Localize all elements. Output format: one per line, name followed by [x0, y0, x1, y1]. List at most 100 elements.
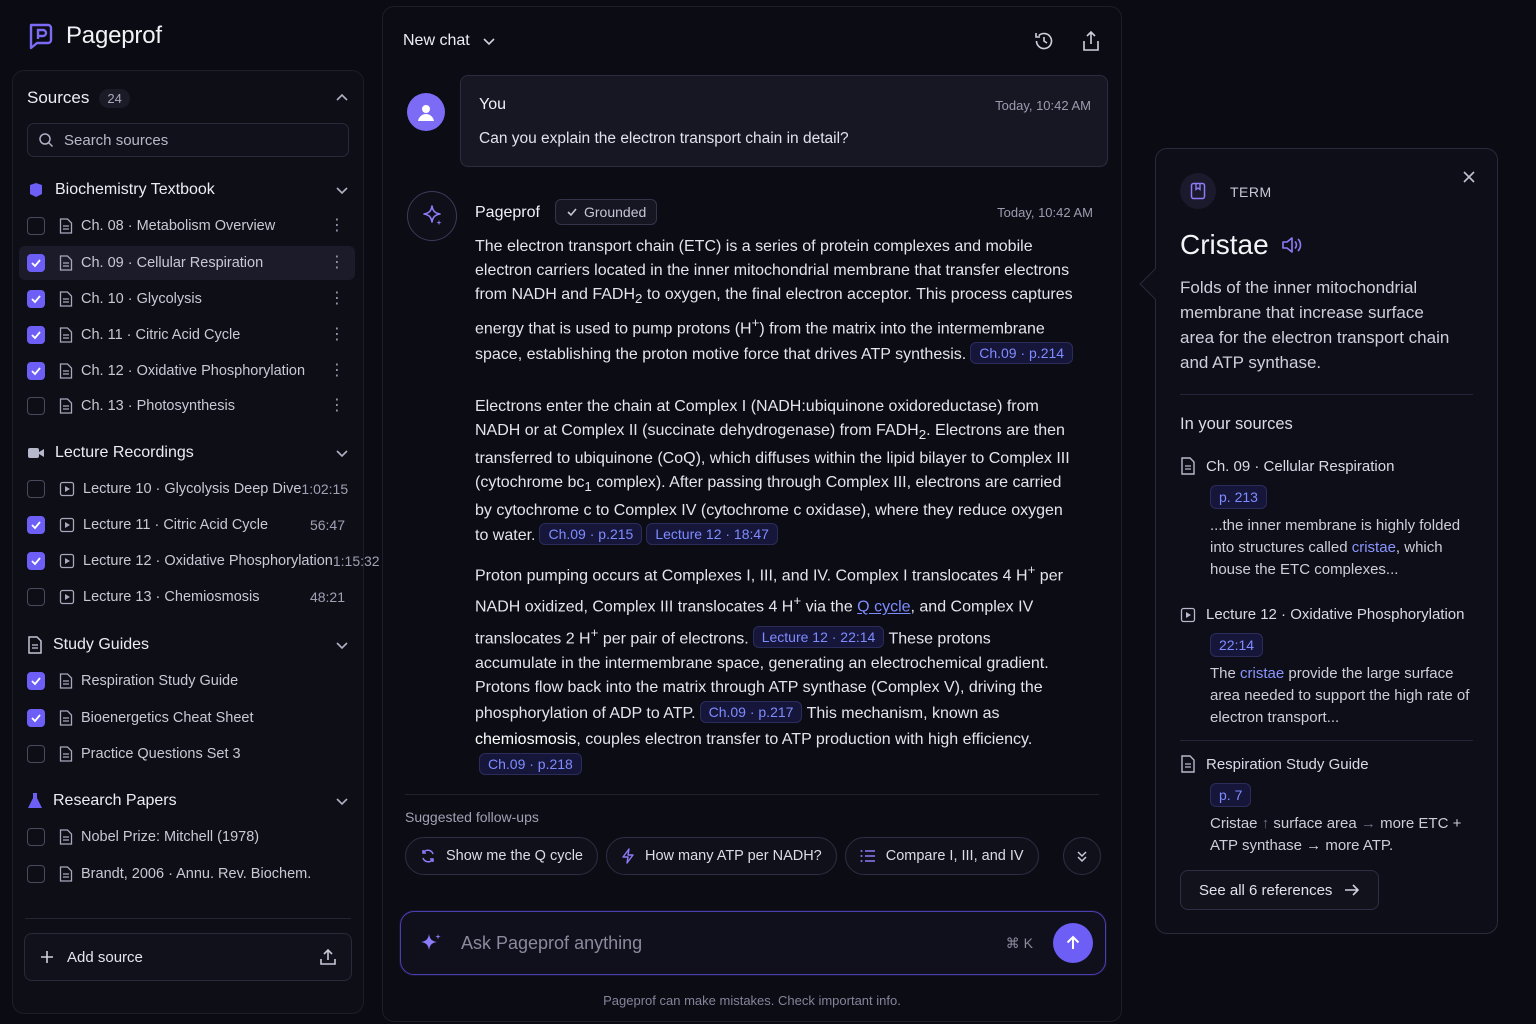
upload-icon[interactable] — [319, 948, 337, 966]
video-camera-icon — [28, 448, 44, 458]
source-item[interactable]: Lecture 11 · Citric Acid Cycle 56:47 — [19, 508, 355, 542]
source-item[interactable]: Ch. 11 · Citric Acid Cycle ⋮ — [19, 318, 355, 352]
chevron-down-icon[interactable] — [335, 638, 349, 652]
citation-chip[interactable]: Ch.09 · p.218 — [479, 753, 582, 775]
reference-item[interactable]: Lecture 12 · Oxidative Phosphorylation 2… — [1180, 606, 1473, 729]
add-source-button[interactable]: Add source — [24, 933, 352, 981]
checkbox[interactable] — [27, 672, 45, 690]
followup-chip-q-cycle[interactable]: Show me the Q cycle — [405, 837, 598, 875]
chevron-down-icon[interactable] — [335, 183, 349, 197]
term-highlight: cristae — [1351, 539, 1396, 556]
source-item[interactable]: Ch. 13 · Photosynthesis ⋮ — [19, 389, 355, 423]
source-item[interactable]: Bioenergetics Cheat Sheet — [19, 701, 355, 735]
source-item[interactable]: Ch. 10 · Glycolysis ⋮ — [19, 282, 355, 316]
source-item[interactable]: Brandt, 2006 · Annu. Rev. Biochem. — [19, 857, 355, 891]
see-all-label: See all 6 references — [1199, 881, 1333, 899]
term-badge — [1180, 173, 1216, 209]
citation-chip[interactable]: Ch.09 · p.215 — [539, 523, 643, 546]
more-options-icon[interactable]: ⋮ — [329, 398, 345, 414]
more-options-icon[interactable]: ⋮ — [329, 363, 345, 379]
document-icon — [59, 829, 73, 845]
source-item[interactable]: Lecture 13 · Chemiosmosis 48:21 — [19, 580, 355, 614]
checkbox[interactable] — [27, 865, 45, 883]
more-options-icon[interactable]: ⋮ — [329, 255, 345, 271]
chevron-down-icon[interactable] — [335, 794, 349, 808]
disclaimer: Pageprof can make mistakes. Check import… — [603, 993, 901, 1008]
more-suggestions-button[interactable] — [1063, 837, 1101, 875]
chevron-down-icon[interactable] — [482, 34, 496, 48]
source-item[interactable]: Lecture 12 · Oxidative Phosphorylation 1… — [19, 544, 380, 578]
checkbox[interactable] — [27, 217, 45, 235]
check-icon — [31, 521, 41, 530]
speaker-icon[interactable] — [1281, 235, 1303, 255]
brand[interactable]: Pageprof — [28, 22, 162, 50]
chevron-down-icon[interactable] — [335, 446, 349, 460]
q-cycle-link[interactable]: Q cycle — [857, 599, 910, 616]
citation-chip[interactable]: Ch.09 · p.217 — [699, 701, 803, 723]
app-root: Pageprof Sources 24 Biochemistry Textboo… — [0, 0, 1536, 1024]
reference-page-chip[interactable]: p. 7 — [1210, 783, 1252, 807]
source-item[interactable]: Respiration Study Guide — [19, 664, 355, 698]
group-research-papers[interactable]: Research Papers — [27, 788, 349, 814]
chat-title[interactable]: New chat — [403, 32, 470, 50]
source-item[interactable]: Ch. 12 · Oxidative Phosphorylation ⋮ — [19, 354, 355, 388]
chat-input[interactable] — [461, 932, 1006, 954]
close-icon[interactable] — [1461, 169, 1477, 185]
search-input[interactable] — [64, 131, 324, 149]
source-item[interactable]: Practice Questions Set 3 — [19, 737, 355, 771]
source-item-label: Ch. 10 · Glycolysis — [81, 291, 202, 307]
source-item-label: Lecture 13 · Chemiosmosis — [83, 589, 260, 605]
checkbox[interactable] — [27, 326, 45, 344]
group-lecture-recordings[interactable]: Lecture Recordings — [27, 440, 349, 466]
chat-composer[interactable]: ⌘ K — [400, 911, 1106, 975]
arrow-right-glyph: → — [1306, 837, 1322, 854]
share-icon[interactable] — [1081, 30, 1101, 52]
checkbox[interactable] — [27, 745, 45, 763]
more-options-icon[interactable]: ⋮ — [329, 218, 345, 234]
followup-chip-compare[interactable]: Compare I, III, and IV — [844, 837, 1039, 875]
checkbox[interactable] — [27, 828, 45, 846]
checkbox[interactable] — [27, 254, 45, 272]
checkbox[interactable] — [27, 290, 45, 308]
chevron-up-icon[interactable] — [335, 91, 349, 105]
reference-item[interactable]: Ch. 09 · Cellular Respiration p. 213 ...… — [1180, 457, 1473, 581]
check-icon — [31, 259, 41, 268]
chip-label: Compare I, III, and IV — [885, 848, 1024, 864]
group-biochemistry-textbook[interactable]: Biochemistry Textbook — [27, 177, 349, 203]
citation-chip[interactable]: Lecture 12 · 22:14 — [752, 625, 885, 648]
chip-label: How many ATP per NADH? — [645, 848, 822, 864]
citation-chip[interactable]: Lecture 12 · 18:47 — [646, 523, 778, 546]
checkbox[interactable] — [27, 709, 45, 727]
history-icon[interactable] — [1033, 30, 1055, 52]
source-item-label: Lecture 11 · Citric Acid Cycle — [83, 517, 269, 533]
checkbox[interactable] — [27, 362, 45, 380]
reference-timestamp-chip[interactable]: 22:14 — [1210, 633, 1264, 657]
checkbox[interactable] — [27, 397, 45, 415]
source-item[interactable]: Ch. 08 · Metabolism Overview ⋮ — [19, 209, 355, 243]
checkbox[interactable] — [27, 552, 45, 570]
source-item[interactable]: Ch. 09 · Cellular Respiration ⋮ — [19, 246, 355, 280]
search-sources[interactable] — [27, 123, 349, 157]
group-label: Lecture Recordings — [55, 444, 194, 461]
more-options-icon[interactable]: ⋮ — [329, 327, 345, 343]
reference-item[interactable]: Respiration Study Guide p. 7 Cristae ↑ s… — [1180, 755, 1473, 857]
term-highlight[interactable]: chemiosmosis — [475, 731, 576, 748]
group-study-guides[interactable]: Study Guides — [27, 632, 349, 658]
document-icon — [59, 746, 73, 762]
followup-chip-atp[interactable]: How many ATP per NADH? — [606, 837, 837, 875]
checkbox[interactable] — [27, 516, 45, 534]
lightning-icon — [622, 848, 634, 864]
sources-count-badge: 24 — [99, 88, 130, 108]
source-item[interactable]: Nobel Prize: Mitchell (1978) — [19, 820, 355, 854]
see-all-references-button[interactable]: See all 6 references — [1180, 870, 1380, 910]
checkbox[interactable] — [27, 588, 45, 606]
checkbox[interactable] — [27, 480, 45, 498]
play-video-icon — [59, 481, 75, 497]
sources-header[interactable]: Sources 24 — [27, 87, 349, 109]
reference-page-chip[interactable]: p. 213 — [1210, 485, 1267, 509]
more-options-icon[interactable]: ⋮ — [329, 291, 345, 307]
text: The — [1210, 665, 1241, 682]
send-button[interactable] — [1053, 923, 1093, 963]
source-item[interactable]: Lecture 10 · Glycolysis Deep Dive 1:02:1… — [19, 472, 355, 506]
citation-chip[interactable]: Ch.09 · p.214 — [970, 341, 1074, 364]
